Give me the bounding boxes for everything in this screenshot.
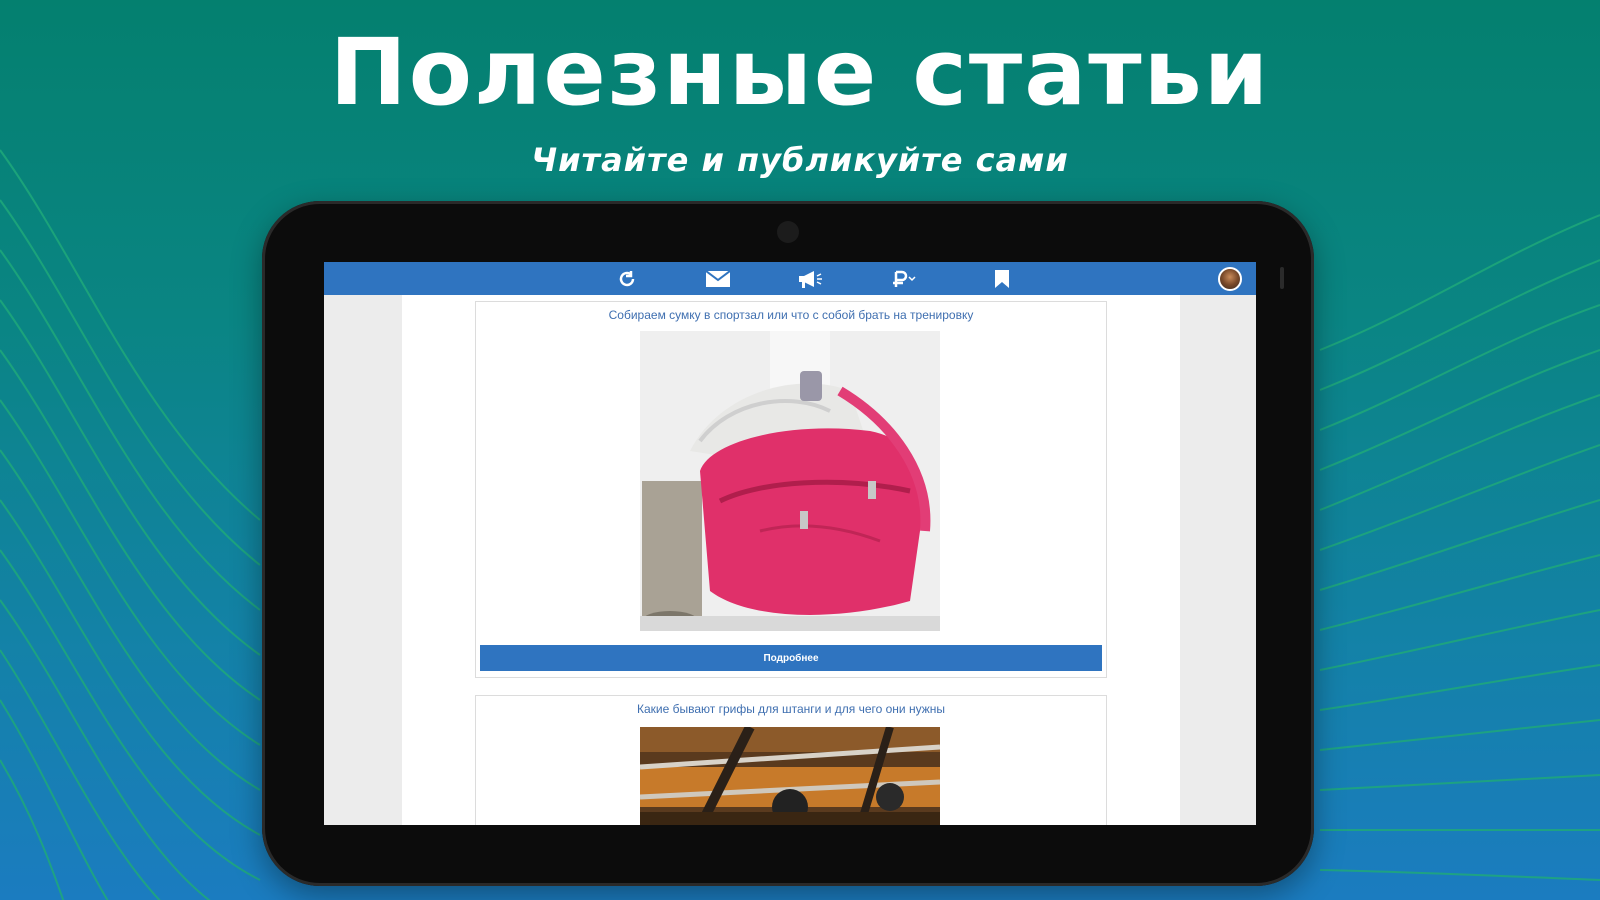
user-avatar[interactable] bbox=[1218, 267, 1242, 291]
app-toolbar bbox=[324, 262, 1256, 295]
ruble-icon[interactable] bbox=[892, 268, 922, 290]
article-feed: Собираем сумку в спортзал или что с собо… bbox=[402, 295, 1180, 825]
tablet-frame: Собираем сумку в спортзал или что с собо… bbox=[262, 201, 1314, 886]
bookmark-icon[interactable] bbox=[991, 268, 1013, 290]
tablet-side-button bbox=[1280, 267, 1284, 289]
article-card: Какие бывают грифы для штанги и для чего… bbox=[475, 695, 1107, 825]
article-title[interactable]: Какие бывают грифы для штанги и для чего… bbox=[476, 702, 1106, 716]
tablet-camera bbox=[777, 221, 799, 243]
promo-headline: Полезные статьи bbox=[329, 19, 1271, 126]
megaphone-icon[interactable] bbox=[796, 268, 826, 290]
article-card: Собираем сумку в спортзал или что с собо… bbox=[475, 301, 1107, 678]
refresh-icon[interactable] bbox=[616, 268, 638, 290]
mail-icon[interactable] bbox=[705, 268, 731, 290]
promo-subheadline: Читайте и публикуйте сами bbox=[531, 141, 1069, 179]
pink-gym-bag-photo bbox=[640, 331, 940, 631]
app-screen: Собираем сумку в спортзал или что с собо… bbox=[324, 262, 1256, 825]
gym-barbells-photo bbox=[640, 727, 940, 825]
read-more-button[interactable]: Подробнее bbox=[480, 645, 1102, 671]
article-title[interactable]: Собираем сумку в спортзал или что с собо… bbox=[476, 308, 1106, 322]
